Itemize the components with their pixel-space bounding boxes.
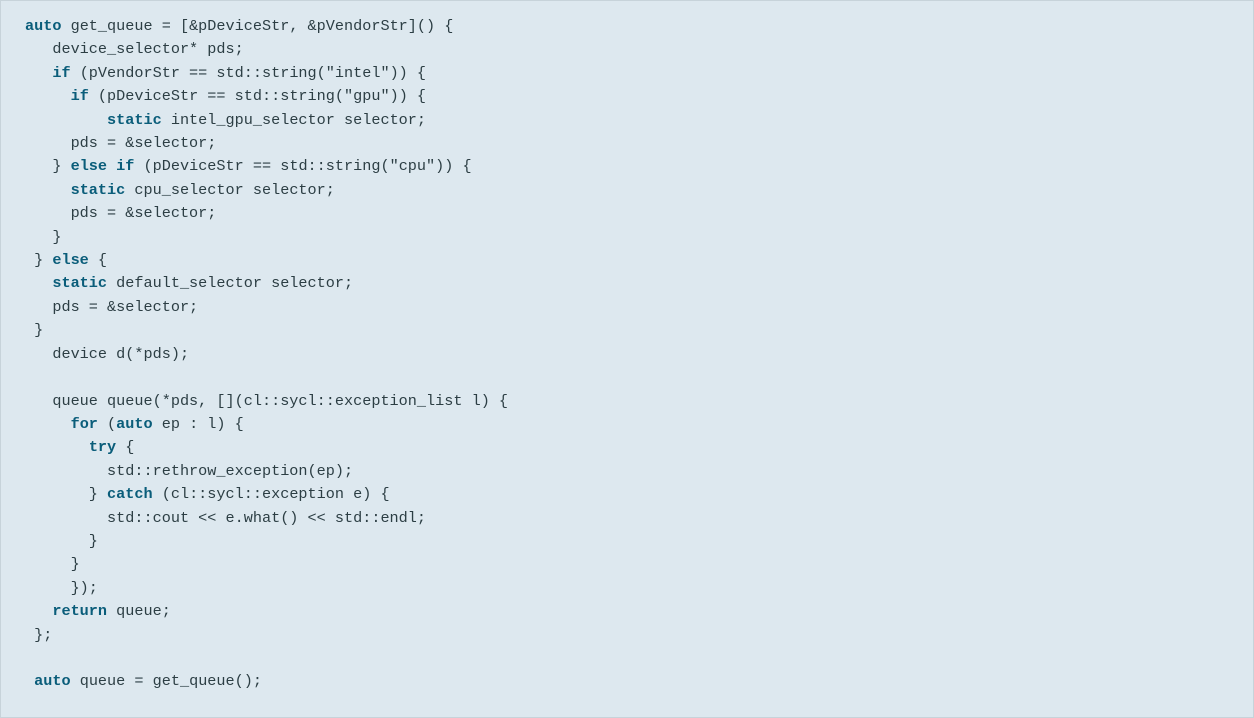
code-keyword: if [71, 87, 89, 105]
code-keyword: static [71, 181, 126, 199]
code-keyword: auto [34, 672, 70, 690]
code-keyword: auto [116, 415, 152, 433]
code-keyword: auto [25, 17, 61, 35]
code-keyword: return [52, 602, 107, 620]
code-keyword: try [89, 438, 116, 456]
code-keyword: for [71, 415, 98, 433]
code-block: auto get_queue = [&pDeviceStr, &pVendorS… [0, 0, 1254, 718]
code-keyword: catch [107, 485, 153, 503]
code-keyword: else [52, 251, 88, 269]
code-keyword: else if [71, 157, 135, 175]
code-keyword: static [107, 111, 162, 129]
code-keyword: static [52, 274, 107, 292]
code-keyword: if [52, 64, 70, 82]
code-content: auto get_queue = [&pDeviceStr, &pVendorS… [25, 17, 508, 690]
